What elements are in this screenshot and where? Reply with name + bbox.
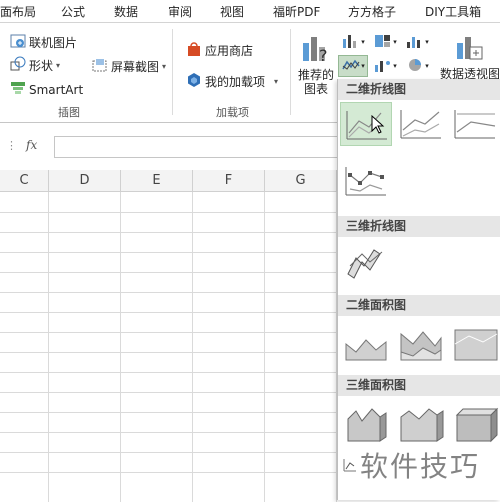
column-header-c[interactable]: C <box>0 170 49 192</box>
stacked-line-chart-icon <box>395 110 447 149</box>
chevron-down-icon: ▾ <box>162 62 167 71</box>
grid-line <box>264 192 265 502</box>
my-addins-icon <box>186 72 202 91</box>
chevron-down-icon: ▾ <box>393 62 397 70</box>
3d-line-chart-option[interactable] <box>340 240 392 284</box>
column-header-f[interactable]: F <box>193 170 265 192</box>
screenshot-icon <box>92 57 108 76</box>
section-3d-line: 三维折线图 <box>338 216 500 237</box>
illustrations-group-label: 插图 <box>58 106 80 119</box>
screenshot-button[interactable]: 屏幕截图 ▾ <box>92 57 166 76</box>
area-chart-icon <box>340 339 392 369</box>
pie-chart-button[interactable]: ▾ <box>402 55 432 77</box>
chevron-down-icon: ▾ <box>393 38 397 46</box>
my-addins-button[interactable]: 我的加载项 ▾ <box>186 72 278 91</box>
chevron-down-icon: ▾ <box>56 61 61 70</box>
fx-icon[interactable]: fx <box>26 138 37 152</box>
recommended-charts-label-2: 图表 <box>303 82 328 96</box>
tab-data[interactable]: 数据 <box>114 3 138 20</box>
group-divider <box>290 29 291 115</box>
addins-group-label: 加载项 <box>216 106 249 119</box>
more-line-charts-link[interactable] <box>342 457 358 473</box>
line-chart-icon <box>341 111 393 150</box>
statistic-chart-icon <box>405 33 425 52</box>
area-chart-option[interactable] <box>340 322 392 366</box>
pivot-chart-button[interactable]: 数据透视图 <box>440 33 500 81</box>
pivot-chart-icon <box>454 33 484 63</box>
3d-stacked-area-chart-option[interactable] <box>395 401 447 445</box>
group-divider <box>172 29 173 115</box>
percent-stacked-line-chart-option[interactable] <box>449 102 500 146</box>
svg-text:?: ? <box>319 46 328 65</box>
3d-percent-stacked-area-chart-option[interactable] <box>449 401 500 445</box>
smartart-icon <box>10 80 26 99</box>
percent-stacked-line-chart-icon <box>449 110 500 149</box>
shapes-button[interactable]: 形状 ▾ <box>10 56 60 75</box>
stacked-area-chart-icon <box>395 331 447 369</box>
hierarchy-chart-button[interactable]: ▾ <box>370 31 400 53</box>
recommended-charts-label-1: 推荐的 <box>297 68 334 82</box>
section-2d-line: 二维折线图 <box>338 79 500 100</box>
tab-formulas[interactable]: 公式 <box>61 3 85 20</box>
column-header-g[interactable]: G <box>265 170 337 192</box>
section-2d-area: 二维面积图 <box>338 295 500 316</box>
chevron-down-icon: ▾ <box>274 77 279 86</box>
scatter-chart-button[interactable]: ▾ <box>370 55 400 77</box>
line-chart-option[interactable] <box>340 102 392 146</box>
screenshot-label: 屏幕截图 <box>111 60 160 74</box>
chevron-down-icon: ▾ <box>361 38 365 46</box>
online-picture-label: 联机图片 <box>29 36 78 50</box>
column-chart-icon <box>341 33 361 52</box>
line-with-markers-chart-option[interactable] <box>340 159 392 203</box>
ribbon-tabs: 面布局 公式 数据 审阅 视图 福昕PDF 方方格子 DIY工具箱 <box>0 0 500 23</box>
store-label: 应用商店 <box>205 44 254 58</box>
recommended-charts-icon: ? <box>301 33 331 65</box>
tab-review[interactable]: 审阅 <box>168 3 192 20</box>
column-header-e[interactable]: E <box>121 170 193 192</box>
shapes-label: 形状 <box>29 59 54 73</box>
grid-line <box>48 192 49 502</box>
namebox-dots: ⋮ <box>6 139 17 152</box>
line-chart-icon <box>341 57 361 76</box>
tab-diy-toolbox[interactable]: DIY工具箱 <box>425 3 481 20</box>
tab-fangfang-gezi[interactable]: 方方格子 <box>348 3 396 20</box>
column-chart-button[interactable]: ▾ <box>338 31 368 53</box>
recommended-charts-button[interactable]: ? 推荐的 图表 <box>296 33 336 96</box>
column-header-d[interactable]: D <box>49 170 121 192</box>
hierarchy-chart-icon <box>373 33 393 52</box>
statistic-chart-button[interactable]: ▾ <box>402 31 432 53</box>
smartart-label: SmartArt <box>29 82 84 97</box>
3d-area-chart-option[interactable] <box>340 401 392 445</box>
smartart-button[interactable]: SmartArt <box>10 80 83 99</box>
chevron-down-icon: ▾ <box>425 62 429 70</box>
chevron-down-icon: ▾ <box>425 38 429 46</box>
tab-foxit-pdf[interactable]: 福昕PDF <box>273 3 320 20</box>
stacked-line-chart-option[interactable] <box>395 102 447 146</box>
tab-view[interactable]: 视图 <box>220 3 244 20</box>
pie-chart-icon <box>405 57 425 76</box>
line-chart-gallery: 二维折线图 三维折线图 二维面积图 三维面积图 <box>337 79 500 500</box>
scatter-chart-icon <box>373 57 393 76</box>
mouse-cursor-icon <box>371 114 385 138</box>
line-chart-button[interactable]: ▾ <box>338 55 368 77</box>
chevron-down-icon: ▾ <box>361 62 365 70</box>
more-charts-icon <box>342 459 358 476</box>
online-picture-button[interactable]: 联机图片 <box>10 33 77 52</box>
store-button[interactable]: 应用商店 <box>186 41 253 60</box>
grid-line <box>192 192 193 502</box>
grid-line <box>120 192 121 502</box>
shapes-icon <box>10 56 26 75</box>
store-icon <box>186 41 202 60</box>
watermark-text: 软件技巧 <box>360 450 481 483</box>
my-addins-label: 我的加载项 <box>205 75 266 89</box>
line-with-markers-chart-icon <box>340 167 392 206</box>
online-picture-icon <box>10 33 26 52</box>
section-3d-area: 三维面积图 <box>338 375 500 396</box>
tab-page-layout[interactable]: 面布局 <box>0 3 36 20</box>
stacked-area-chart-option[interactable] <box>395 322 447 366</box>
3d-line-chart-icon <box>340 249 392 287</box>
percent-stacked-area-chart-icon <box>449 329 500 369</box>
percent-stacked-area-chart-option[interactable] <box>449 322 500 366</box>
